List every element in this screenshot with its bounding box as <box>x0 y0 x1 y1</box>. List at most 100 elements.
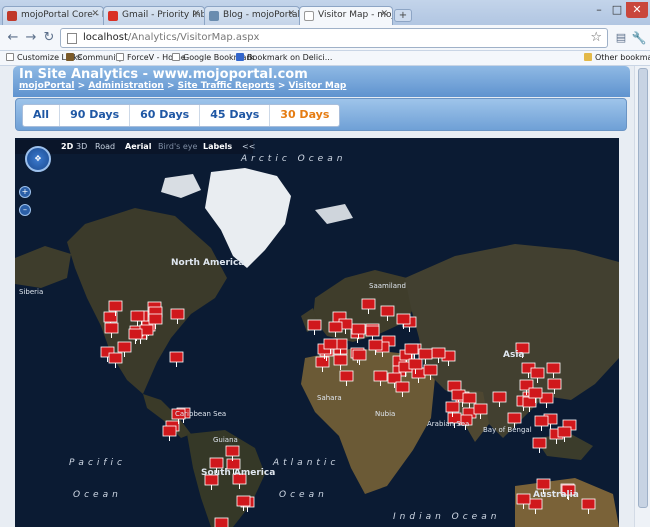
address-bar[interactable]: localhost/Analytics/VisitorMap.aspx ☆ <box>60 28 608 48</box>
day-range-bar: All 90 Days 60 Days 45 Days 30 Days <box>15 98 627 131</box>
label-atlantic: Atlantic <box>273 458 340 468</box>
page-icon <box>304 11 314 21</box>
page-icon <box>172 53 180 61</box>
zoom-out-icon[interactable]: – <box>19 204 31 216</box>
tab-all[interactable]: All <box>23 105 61 126</box>
reload-button[interactable]: ↻ <box>40 29 58 47</box>
breadcrumb-mojoportal[interactable]: mojoPortal <box>19 81 75 91</box>
visitor-map[interactable]: 2D 3D Road Aerial Bird's eye Labels << ✥… <box>15 138 619 527</box>
label-pacific: Pacific <box>69 458 127 468</box>
day-range-tabs: All 90 Days 60 Days 45 Days 30 Days <box>22 104 341 127</box>
map-birds-eye-button[interactable]: Bird's eye <box>158 142 197 151</box>
blog-icon <box>209 11 219 21</box>
new-tab-button[interactable]: + <box>394 9 412 22</box>
close-icon[interactable]: ✕ <box>380 9 388 19</box>
tab-strip: mojoPortal Core - Pivotal... ✕ Gmail - P… <box>0 0 650 26</box>
other-bookmarks-label: Other bookmarks <box>595 53 650 62</box>
close-icon[interactable]: ✕ <box>91 9 99 19</box>
world-map-graphic <box>15 168 619 527</box>
tab-60-days[interactable]: 60 Days <box>130 105 201 126</box>
visitor-pin-icon[interactable] <box>169 351 184 367</box>
arctic-island <box>161 174 201 198</box>
tab-45-days[interactable]: 45 Days <box>200 105 271 126</box>
page-scrollbar[interactable] <box>634 66 650 527</box>
visitor-pin-icon[interactable] <box>365 325 380 341</box>
label-bay-of-bengal: Bay of Bengal <box>483 426 532 434</box>
bookmark-star-icon[interactable]: ☆ <box>590 30 602 45</box>
greenland-landmass <box>205 168 291 268</box>
north-america-landmass <box>67 208 227 394</box>
label-sahara: Sahara <box>317 394 342 402</box>
page-icon <box>116 53 124 61</box>
bookmarks-bar: Customize Links Community ForceV - Home … <box>0 51 650 66</box>
breadcrumb-site-traffic-reports[interactable]: Site Traffic Reports <box>178 81 275 91</box>
browser-tab-blog[interactable]: Blog - mojoPortal ✕ <box>204 6 300 25</box>
label-siberia: Siberia <box>19 288 44 296</box>
page-content: In Site Analytics - www.mojoportal.com m… <box>0 66 650 527</box>
bookmark-community[interactable]: Community <box>66 53 123 62</box>
minimize-button[interactable]: – <box>590 2 608 18</box>
visitor-pin-icon[interactable] <box>534 415 549 431</box>
forward-button[interactable]: → <box>22 29 40 47</box>
map-toolbar: 2D 3D Road Aerial Bird's eye Labels << <box>15 140 255 154</box>
browser-tab-pivotal[interactable]: mojoPortal Core - Pivotal... ✕ <box>2 6 104 25</box>
page-icon <box>67 33 77 44</box>
page-header: In Site Analytics - www.mojoportal.com m… <box>13 66 630 97</box>
page-menu-icon[interactable]: ▤ <box>612 29 630 47</box>
visitor-pin-icon[interactable] <box>162 425 177 441</box>
south-america-landmass <box>187 430 265 527</box>
tab-30-days[interactable]: 30 Days <box>270 105 339 126</box>
folder-icon <box>584 53 592 61</box>
map-collapse-button[interactable]: << <box>242 142 255 151</box>
map-aerial-button[interactable]: Aerial <box>125 142 151 151</box>
breadcrumb-separator: > <box>274 81 289 91</box>
delicious-icon <box>236 53 244 61</box>
map-3d-button[interactable]: 3D <box>76 142 87 151</box>
alaska-landmass <box>15 246 71 288</box>
navigation-bar: ← → ↻ localhost/Analytics/VisitorMap.asp… <box>0 25 650 51</box>
pivotal-icon <box>7 11 17 21</box>
svalbard-island <box>315 204 353 224</box>
breadcrumb-separator: > <box>74 81 89 91</box>
map-labels-button[interactable]: Labels <box>203 142 232 151</box>
label-indian-ocean: Indian Ocean <box>393 512 501 522</box>
tab-90-days[interactable]: 90 Days <box>60 105 131 126</box>
map-pan-compass-icon[interactable]: ✥ <box>25 146 51 172</box>
breadcrumb: mojoPortal > Administration > Site Traff… <box>19 81 346 91</box>
label-pacific-ocean: Ocean <box>73 490 122 500</box>
community-icon <box>66 53 74 61</box>
label-australia: Australia <box>533 490 579 500</box>
close-window-button[interactable]: ✕ <box>626 2 648 18</box>
url-host: localhost <box>83 32 128 43</box>
label-asia: Asia <box>503 350 525 360</box>
url-path: /Analytics/VisitorMap.aspx <box>127 32 260 43</box>
gmail-icon <box>108 11 118 21</box>
label-atlantic-ocean: Ocean <box>279 490 328 500</box>
page-icon <box>6 53 14 61</box>
map-road-button[interactable]: Road <box>95 142 115 151</box>
label-arabian-sea: Arabian Sea <box>427 420 470 428</box>
visitor-pin-icon[interactable] <box>307 319 322 335</box>
page-title: In Site Analytics - www.mojoportal.com <box>19 67 308 82</box>
label-guiana: Guiana <box>213 436 238 444</box>
breadcrumb-visitor-map[interactable]: Visitor Map <box>289 81 347 91</box>
breadcrumb-administration[interactable]: Administration <box>88 81 164 91</box>
other-bookmarks-folder[interactable]: Other bookmarks <box>584 53 650 62</box>
label-arctic-ocean: Arctic Ocean <box>241 154 347 164</box>
label-nubia: Nubia <box>375 410 396 418</box>
bookmark-delicious[interactable]: Bookmark on Delici... <box>236 53 332 62</box>
url-text[interactable]: localhost/Analytics/VisitorMap.aspx <box>83 32 259 43</box>
close-icon[interactable]: ✕ <box>192 9 200 19</box>
wrench-icon[interactable]: 🔧 <box>630 29 648 47</box>
browser-tab-visitor-map[interactable]: Visitor Map - mojoPortal ✕ <box>299 6 393 26</box>
maximize-button[interactable]: □ <box>608 2 626 18</box>
close-icon[interactable]: ✕ <box>287 9 295 19</box>
back-button[interactable]: ← <box>4 29 22 47</box>
label-north-america: North America <box>171 258 245 268</box>
visitor-pin-icon[interactable] <box>214 517 229 527</box>
asia-landmass <box>405 244 619 438</box>
map-2d-button[interactable]: 2D <box>61 142 73 151</box>
zoom-in-icon[interactable]: + <box>19 186 31 198</box>
browser-tab-gmail[interactable]: Gmail - Priority Inbox - jo... ✕ <box>103 6 205 25</box>
scrollbar-thumb[interactable] <box>638 68 648 508</box>
